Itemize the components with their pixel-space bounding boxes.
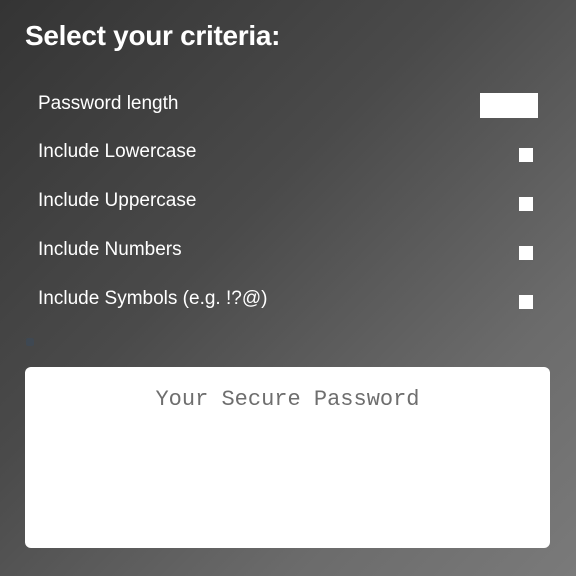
include-lowercase-checkbox[interactable] [519, 148, 533, 162]
password-length-input[interactable] [480, 93, 538, 118]
length-row: Password length [38, 80, 538, 129]
criteria-form: Password length Include Lowercase Includ… [38, 80, 538, 325]
generate-button[interactable] [26, 338, 34, 346]
include-symbols-label: Include Symbols (e.g. !?@) [38, 288, 268, 309]
numbers-row: Include Numbers [38, 227, 538, 276]
include-uppercase-checkbox[interactable] [519, 197, 533, 211]
include-lowercase-label: Include Lowercase [38, 141, 197, 162]
include-uppercase-label: Include Uppercase [38, 190, 197, 211]
uppercase-row: Include Uppercase [38, 178, 538, 227]
include-numbers-label: Include Numbers [38, 239, 182, 260]
page-title: Select your criteria: [25, 20, 281, 51]
include-numbers-checkbox[interactable] [519, 246, 533, 260]
symbols-row: Include Symbols (e.g. !?@) [38, 276, 538, 325]
lowercase-row: Include Lowercase [38, 129, 538, 178]
password-output[interactable]: Your Secure Password [25, 367, 550, 548]
include-symbols-checkbox[interactable] [519, 295, 533, 309]
password-placeholder: Your Secure Password [155, 387, 420, 412]
password-length-label: Password length [38, 93, 179, 114]
